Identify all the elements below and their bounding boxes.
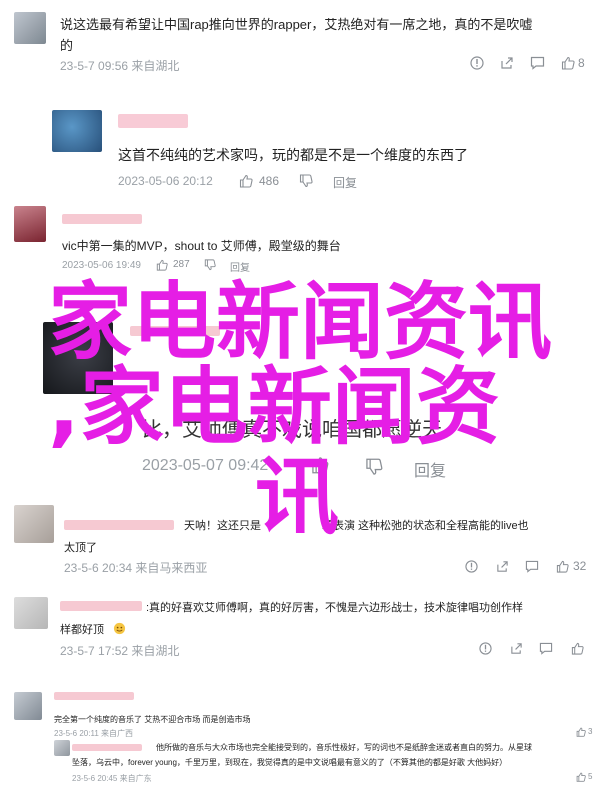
comment-4: 比，艾师傅真不戏说咱国都愿逆天 2023-05-07 09:42 回复 bbox=[0, 280, 600, 495]
thumbs-down-icon[interactable] bbox=[203, 258, 217, 272]
reply-button[interactable]: 回复 bbox=[414, 457, 446, 481]
thumbs-up-icon[interactable] bbox=[238, 173, 254, 189]
comment-time: 2023-05-07 09:42 bbox=[142, 457, 269, 474]
username[interactable] bbox=[60, 601, 142, 611]
comment-text-cont: 的 bbox=[60, 38, 74, 53]
info-icon[interactable] bbox=[463, 558, 479, 574]
thumbs-up-icon[interactable] bbox=[310, 455, 330, 475]
avatar[interactable] bbox=[43, 322, 113, 394]
username[interactable] bbox=[130, 326, 220, 336]
thumbs-up-icon[interactable] bbox=[155, 258, 169, 272]
comment-icon[interactable] bbox=[524, 558, 540, 574]
info-icon[interactable] bbox=[469, 55, 485, 71]
comment-text-cont: 太顶了 bbox=[64, 542, 97, 554]
reply-button[interactable]: 回复 bbox=[333, 174, 357, 191]
reply-button[interactable]: 回复 bbox=[230, 259, 250, 274]
username[interactable] bbox=[64, 520, 174, 530]
username[interactable] bbox=[118, 114, 188, 128]
like-count: 287 bbox=[173, 259, 190, 270]
comment-time: 2023-05-06 20:12 bbox=[118, 174, 213, 188]
comment-2: 这首不纯纯的艺术家吗，玩的都是不是一个维度的东西了 2023-05-06 20:… bbox=[0, 90, 600, 200]
thumbs-down-icon[interactable] bbox=[364, 457, 384, 477]
thumbs-up-icon[interactable] bbox=[560, 55, 576, 71]
avatar[interactable] bbox=[14, 505, 54, 543]
comment-meta: 23-5-6 20:34 来自马来西亚 bbox=[64, 561, 208, 575]
comment-7: 完全第一个纯度的音乐了 艾热不迎合市场 而是创造市场 23-5-6 20:11 … bbox=[0, 680, 600, 797]
comment-text: 说这选最有希望让中国rap推向世界的rapper，艾热绝对有一席之地，真的不是吹… bbox=[60, 17, 533, 32]
emoji-icon bbox=[112, 621, 126, 635]
comment-icon[interactable] bbox=[538, 640, 554, 656]
comment-text-cont: 样都好顶 bbox=[60, 624, 104, 636]
comment-text: :真的好喜欢艾师傅啊，真的好厉害，不愧是六边形战士，技术旋律唱功创作样 bbox=[146, 602, 524, 614]
comment-text: 这首不纯纯的艺术家吗，玩的都是不是一个维度的东西了 bbox=[118, 147, 468, 163]
comment-text: 比，艾师傅真不戏说咱国都愿逆天 bbox=[142, 419, 442, 441]
reply-text: 他所做的音乐与大众市场也完全能接受到的，音乐性极好，写的词也不是纸醉金迷或者直白… bbox=[156, 743, 532, 752]
thumbs-up-icon[interactable] bbox=[575, 726, 587, 738]
username[interactable] bbox=[54, 692, 134, 700]
share-icon[interactable] bbox=[508, 640, 524, 656]
username[interactable] bbox=[62, 214, 142, 224]
comment-text: vic中第一集的MVP，shout to 艾师傅，殿堂级的舞台 bbox=[62, 239, 341, 253]
reply-text-cont: 坠落，乌云中，forever young，千里万里，到现在，我觉得真的是中文说唱… bbox=[72, 758, 508, 767]
comment-6: :真的好喜欢艾师傅啊，真的好厉害，不愧是六边形战士，技术旋律唱功创作样 样都好顶… bbox=[0, 585, 600, 665]
reply-meta: 23-5-6 20:45 来自广东 bbox=[72, 774, 152, 783]
comment-text: 天呐！这还只是 bbox=[184, 520, 261, 532]
comment-text: 完全第一个纯度的音乐了 艾热不迎合市场 而是创造市场 bbox=[54, 715, 251, 724]
comment-icon[interactable] bbox=[529, 55, 545, 71]
avatar[interactable] bbox=[14, 692, 42, 720]
comment-meta: 23-5-6 20:11 来自广西 bbox=[54, 729, 133, 738]
like-count: 486 bbox=[259, 174, 280, 188]
comment-5: 天呐！这还只是 场表演 这种松弛的状态和全程高能的live也 太顶了 23-5-… bbox=[0, 495, 600, 585]
comment-meta: 23-5-7 17:52 来自湖北 bbox=[60, 644, 180, 658]
like-count: 5 bbox=[588, 772, 593, 781]
comment-meta: 23-5-7 09:56 来自湖北 bbox=[60, 59, 180, 73]
like-count: 8 bbox=[578, 56, 585, 70]
reply-avatar[interactable] bbox=[54, 740, 70, 756]
comment-time: 2023-05-06 19:49 bbox=[62, 260, 141, 271]
thumbs-up-icon[interactable] bbox=[569, 640, 585, 656]
avatar[interactable] bbox=[52, 110, 102, 152]
comment-text-b: 场表演 这种松弛的状态和全程高能的live也 bbox=[322, 520, 529, 532]
avatar[interactable] bbox=[14, 597, 48, 629]
comment-3: vic中第一集的MVP，shout to 艾师傅，殿堂级的舞台 2023-05-… bbox=[0, 200, 600, 280]
thumbs-down-icon[interactable] bbox=[298, 173, 314, 189]
share-icon[interactable] bbox=[494, 558, 510, 574]
like-count: 3 bbox=[588, 727, 593, 736]
avatar[interactable] bbox=[14, 206, 46, 242]
avatar[interactable] bbox=[14, 12, 46, 44]
thumbs-up-icon[interactable] bbox=[575, 771, 587, 783]
comment-1: 说这选最有希望让中国rap推向世界的rapper，艾热绝对有一席之地，真的不是吹… bbox=[0, 0, 600, 80]
reply-username[interactable] bbox=[72, 744, 142, 751]
info-icon[interactable] bbox=[477, 640, 493, 656]
like-count: 32 bbox=[573, 559, 587, 573]
share-icon[interactable] bbox=[499, 55, 515, 71]
thumbs-up-icon[interactable] bbox=[554, 558, 570, 574]
